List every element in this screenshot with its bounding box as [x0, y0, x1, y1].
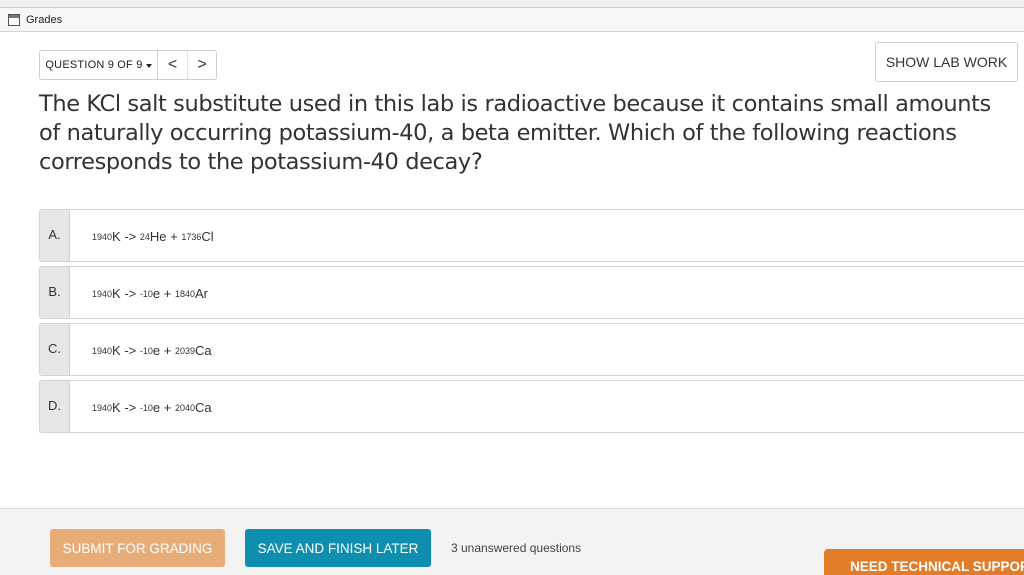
technical-support-button[interactable]: NEED TECHNICAL SUPPORT?	[824, 549, 1024, 575]
option-letter: B.	[40, 267, 70, 318]
bookmarks-bar: Grades	[0, 8, 1024, 32]
question-text: The KCl salt substitute used in this lab…	[39, 91, 991, 175]
option-reaction: 19 40 K -> -1 0 e + 18 40 Ar	[92, 286, 209, 301]
chevron-right-icon: >	[197, 56, 207, 73]
chevron-left-icon: <	[167, 56, 178, 73]
option-letter: C.	[40, 324, 70, 375]
option-letter: A.	[40, 210, 70, 261]
question-selector[interactable]: QUESTION 9 OF 9	[40, 51, 158, 79]
answer-option-c[interactable]: C. 19 40 K -> -1 0 e + 20 39 Ca	[39, 323, 1024, 376]
answer-option-a[interactable]: A. 19 40 K -> 2 4 He + 17 36 Cl	[39, 209, 1024, 262]
bookmark-grades[interactable]: Grades	[26, 14, 62, 26]
previous-question-button[interactable]: <	[158, 51, 187, 79]
option-reaction: 19 40 K -> 2 4 He + 17 36 Cl	[92, 229, 214, 244]
submit-for-grading-button[interactable]: SUBMIT FOR GRADING	[50, 529, 225, 567]
question-navigator: QUESTION 9 OF 9 < >	[39, 50, 217, 80]
save-and-finish-later-button[interactable]: SAVE AND FINISH LATER	[245, 529, 431, 567]
show-lab-work-button[interactable]: SHOW LAB WORK	[875, 42, 1018, 82]
question-selector-label: QUESTION 9 OF 9	[45, 59, 143, 71]
folder-icon	[8, 13, 20, 26]
answer-option-b[interactable]: B. 19 40 K -> -1 0 e + 18 40 Ar	[39, 266, 1024, 319]
answer-option-d[interactable]: D. 19 40 K -> -1 0 e + 20 40 Ca	[39, 380, 1024, 433]
footer-bar: SUBMIT FOR GRADING SAVE AND FINISH LATER…	[0, 508, 1024, 575]
unanswered-count: 3 unanswered questions	[451, 541, 582, 555]
next-question-button[interactable]: >	[187, 51, 216, 79]
caret-down-icon	[145, 63, 152, 68]
option-reaction: 19 40 K -> -1 0 e + 20 39 Ca	[92, 343, 212, 358]
option-letter: D.	[40, 381, 70, 432]
browser-top-strip	[0, 0, 1024, 8]
option-reaction: 19 40 K -> -1 0 e + 20 40 Ca	[92, 400, 212, 415]
